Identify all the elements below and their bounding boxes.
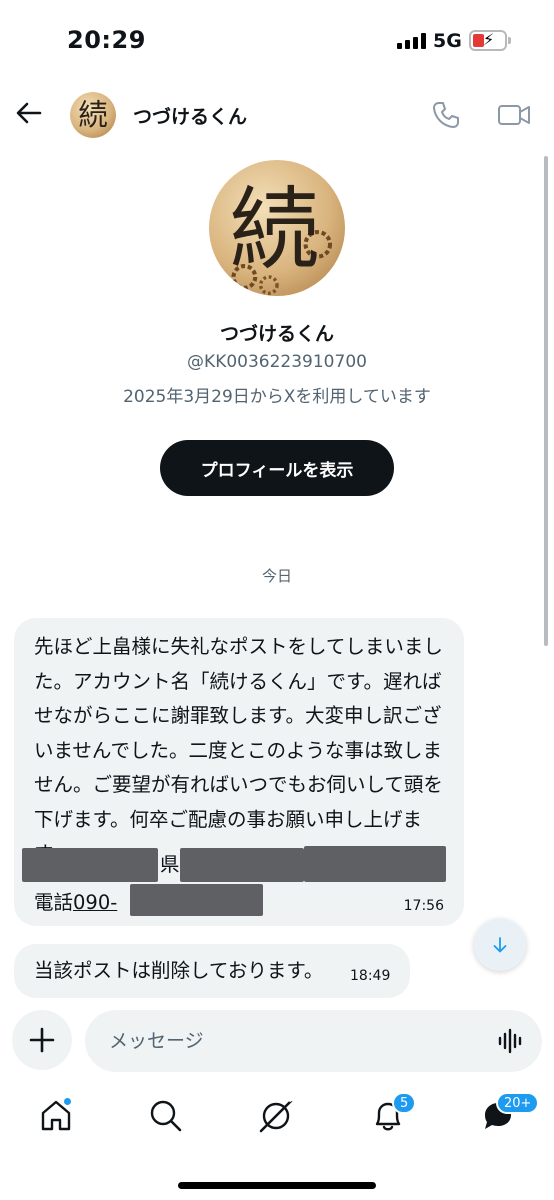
network-label: 5G <box>433 30 462 52</box>
header-name[interactable]: つづけるくん <box>133 102 247 129</box>
home-indicator <box>178 1182 376 1189</box>
scrollbar[interactable] <box>544 156 548 646</box>
redacted-address <box>180 848 304 882</box>
video-call-icon[interactable] <box>497 100 531 130</box>
notifications-badge: 5 <box>392 1092 417 1114</box>
signal-icon <box>397 33 427 49</box>
grok-icon <box>259 1096 295 1133</box>
add-media-button[interactable] <box>12 1010 72 1070</box>
status-bar: 20:29 5G ⚡ <box>0 0 554 80</box>
nav-search[interactable] <box>148 1098 184 1134</box>
telephone-row: 電話090- <box>34 886 117 915</box>
chat-header: 続 つづけるくん <box>0 88 554 144</box>
nav-messages[interactable]: 20+ <box>480 1092 540 1134</box>
voice-message-icon[interactable] <box>498 1028 524 1054</box>
redacted-phone <box>130 884 263 916</box>
bottom-nav: 5 20+ <box>0 1090 554 1150</box>
profile-joined-date: 2025年3月29日からXを利用しています <box>123 387 431 407</box>
messages-badge: 20+ <box>496 1092 540 1114</box>
profile-handle: @KK0036223910700 <box>187 352 367 372</box>
message-text: 先ほど上畠様に失礼なポストをしてしまいました。アカウント名「続けるくん」です。遅… <box>34 635 443 865</box>
nav-notifications[interactable]: 5 <box>370 1092 417 1134</box>
plus-icon <box>29 1027 55 1053</box>
message-input[interactable] <box>85 1010 542 1072</box>
battery-icon: ⚡ <box>469 30 511 51</box>
redacted-address <box>304 846 446 882</box>
home-unread-dot <box>62 1096 73 1107</box>
view-profile-button[interactable]: プロフィールを表示 <box>160 440 394 496</box>
message-time: 17:56 <box>403 898 444 914</box>
tel-number-link[interactable]: 090- <box>73 891 117 914</box>
header-avatar[interactable]: 続 <box>70 92 116 138</box>
tel-label: 電話 <box>34 891 74 914</box>
profile-name: つづけるくん <box>219 323 334 345</box>
message-bubble[interactable]: 当該ポストは削除しております。 18:49 <box>14 944 410 998</box>
svg-text:続: 続 <box>229 179 319 283</box>
phone-icon[interactable] <box>431 100 461 130</box>
redacted-address <box>22 848 158 882</box>
nav-home[interactable] <box>38 1096 74 1134</box>
message-time: 18:49 <box>350 968 391 984</box>
back-arrow-icon[interactable] <box>14 98 44 128</box>
nav-grok[interactable] <box>258 1096 295 1134</box>
date-divider: 今日 <box>261 567 292 585</box>
message-text: 当該ポストは削除しております。 <box>34 959 324 982</box>
arrow-down-icon <box>493 937 507 953</box>
prefecture-suffix: 県 <box>160 853 180 876</box>
scroll-to-bottom-button[interactable] <box>474 919 526 971</box>
profile-avatar[interactable]: 続 <box>209 160 345 296</box>
svg-text:続: 続 <box>78 98 107 132</box>
search-icon <box>150 1100 182 1132</box>
status-time: 20:29 <box>67 26 146 54</box>
composer <box>0 1008 554 1074</box>
address-row: 県 <box>160 848 180 877</box>
